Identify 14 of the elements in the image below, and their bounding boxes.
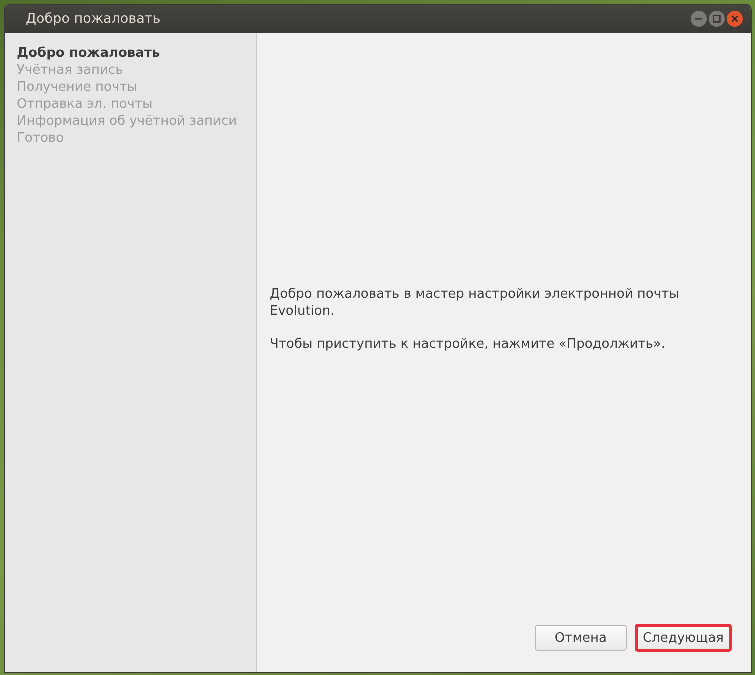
step-item: Готово: [17, 130, 66, 147]
cancel-button[interactable]: Отмена: [534, 625, 627, 651]
step-item: Отправка эл. почты: [17, 96, 154, 113]
window-title: Добро пожаловать: [26, 11, 162, 27]
welcome-text: Добро пожаловать в мастер настройки электронной почты Evolution.: [270, 286, 680, 320]
step-item: Получение почты: [17, 79, 138, 96]
minimize-icon[interactable]: [691, 11, 707, 27]
maximize-icon[interactable]: [709, 11, 725, 27]
step-item: Информация об учётной записи: [17, 113, 238, 130]
welcome-text: Чтобы приступить к настройке, нажмите «Продолжить».: [270, 336, 667, 352]
next-button[interactable]: Следующая: [634, 624, 732, 652]
step-item: Добро пожаловать: [17, 45, 162, 62]
step-item: Учётная запись: [17, 62, 124, 79]
close-icon[interactable]: [727, 11, 743, 27]
